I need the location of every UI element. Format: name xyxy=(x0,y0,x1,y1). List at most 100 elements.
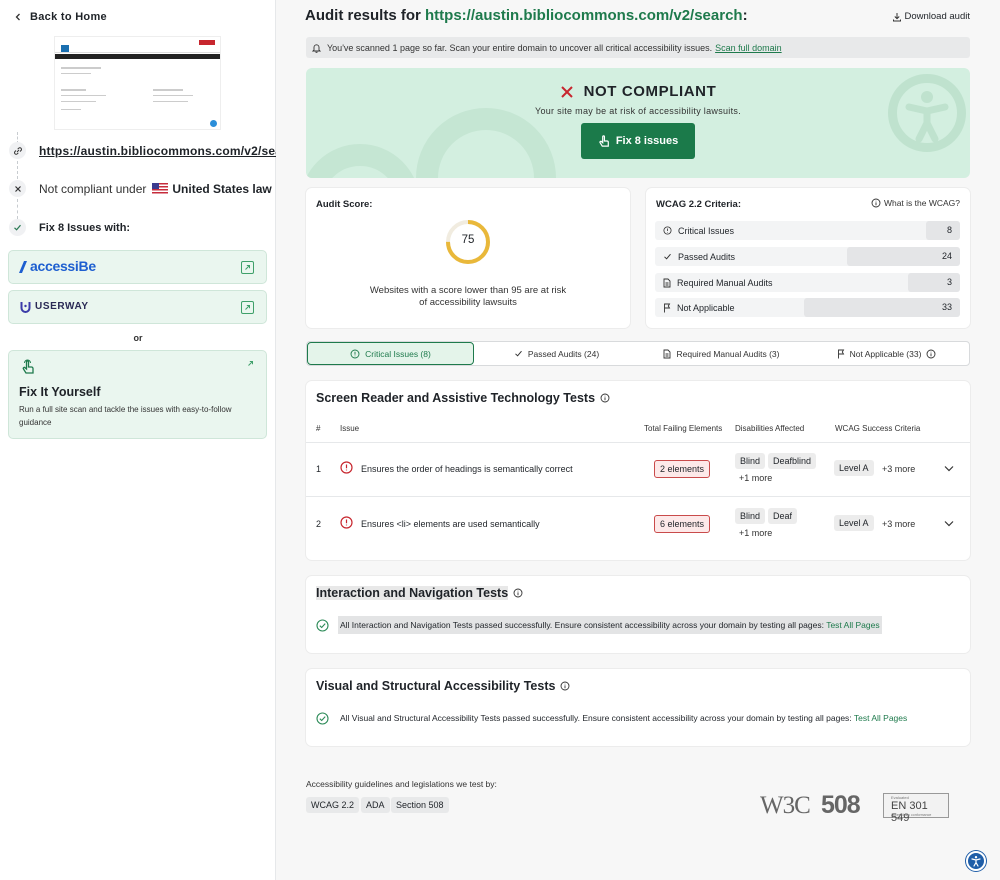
accessibe-logo-icon xyxy=(18,260,28,274)
flag-icon xyxy=(663,303,671,313)
wcag-row-passed: Passed Audits 24 xyxy=(655,247,960,266)
page-title: Audit results for https://austin.biblioc… xyxy=(305,7,748,24)
wcag-row-label: Critical Issues xyxy=(678,225,735,236)
audit-score-label: Audit Score: xyxy=(316,199,373,210)
vendor-userway-card[interactable]: USERWAY xyxy=(8,290,267,324)
check-icon xyxy=(514,349,523,358)
issue-row[interactable]: 2 Ensures <li> elements are used semanti… xyxy=(306,498,970,552)
failing-elements-badge[interactable]: 6 elements xyxy=(654,515,711,533)
vendor-accessibe-card[interactable]: accessiBe xyxy=(8,250,267,284)
pass-message-row: All Interaction and Navigation Tests pas… xyxy=(316,616,882,634)
link-icon xyxy=(9,142,26,159)
tab-not-applicable[interactable]: Not Applicable (33) xyxy=(804,342,969,365)
section-508-logo: 508 xyxy=(821,791,861,819)
download-audit-button[interactable]: Download audit xyxy=(892,11,971,22)
back-to-home-link[interactable]: Back to Home xyxy=(14,11,107,23)
pass-message: All Visual and Structural Accessibility … xyxy=(340,713,852,723)
audit-score-card: Audit Score: 75 Websites with a score lo… xyxy=(306,188,630,328)
accessibility-icon xyxy=(970,855,982,867)
wcag-row-label: Required Manual Audits xyxy=(677,277,773,288)
bell-icon xyxy=(312,43,321,53)
wcag-level-tag: Level A xyxy=(834,515,874,531)
userway-logo-icon xyxy=(20,301,31,314)
disabilities-more[interactable]: +1 more xyxy=(739,473,772,483)
what-is-wcag-link[interactable]: What is the WCAG? xyxy=(871,198,960,208)
w3c-logo: W3C xyxy=(760,792,811,819)
section-title: Screen Reader and Assistive Technology T… xyxy=(316,391,610,405)
alert-circle-icon xyxy=(340,461,353,474)
col-disabilities: Disabilities Affected xyxy=(735,424,805,433)
document-icon xyxy=(663,278,671,288)
issues-table-header: # Issue Total Failing Elements Disabilit… xyxy=(306,423,970,443)
fix-it-yourself-card[interactable]: Fix It Yourself Run a full site scan and… xyxy=(8,350,267,439)
tab-critical-issues[interactable]: Critical Issues (8) xyxy=(307,342,474,365)
tab-label: Required Manual Audits (3) xyxy=(676,348,780,359)
chevron-down-icon[interactable] xyxy=(944,465,954,472)
check-icon xyxy=(663,252,672,261)
tab-passed-audits[interactable]: Passed Audits (24) xyxy=(474,342,639,365)
wcag-level-tag: Level A xyxy=(834,460,874,476)
download-icon xyxy=(892,12,902,22)
pass-message: All Interaction and Navigation Tests pas… xyxy=(340,620,824,630)
disabilities-more[interactable]: +1 more xyxy=(739,528,772,538)
vendor-accessibe-name: accessiBe xyxy=(30,258,96,274)
test-all-pages-link[interactable]: Test All Pages xyxy=(854,713,907,723)
tab-manual-audits[interactable]: Required Manual Audits (3) xyxy=(639,342,804,365)
disability-tag: Blind xyxy=(735,508,766,524)
wcag-more[interactable]: +3 more xyxy=(882,519,915,529)
scan-full-domain-link[interactable]: Scan full domain xyxy=(715,43,782,53)
notice-text: You've scanned 1 page so far. Scan your … xyxy=(327,42,713,53)
wcag-row-not-applicable: Not Applicable 33 xyxy=(655,298,960,317)
x-icon xyxy=(9,180,26,197)
wcag-criteria-card: WCAG 2.2 Criteria: What is the WCAG? Cri… xyxy=(646,188,970,328)
fix-issues-button[interactable]: Fix 8 issues xyxy=(581,123,695,159)
document-icon xyxy=(663,349,671,359)
issue-num: 2 xyxy=(316,519,322,529)
wcag-row-value: 33 xyxy=(941,302,952,312)
section-title: Visual and Structural Accessibility Test… xyxy=(316,679,570,693)
section-title: Interaction and Navigation Tests xyxy=(316,586,523,600)
external-link-icon xyxy=(241,301,254,314)
results-tabs: Critical Issues (8) Passed Audits (24) R… xyxy=(306,341,970,366)
external-link-icon xyxy=(247,360,254,367)
compliance-prefix: Not compliant under xyxy=(39,181,147,196)
tab-label: Critical Issues (8) xyxy=(365,348,431,359)
accessibility-widget-button[interactable] xyxy=(966,851,986,871)
diy-title: Fix It Yourself xyxy=(19,385,101,399)
issue-row[interactable]: 1 Ensures the order of headings is seman… xyxy=(306,443,970,497)
test-all-pages-link[interactable]: Test All Pages xyxy=(826,620,879,630)
compliance-row: Not compliant under United States law xyxy=(9,180,272,197)
compliance-hero: NOT COMPLIANT Your site may be at risk o… xyxy=(306,68,970,178)
or-divider: or xyxy=(133,333,143,343)
fix-issues-label: Fix 8 issues xyxy=(615,135,679,147)
scanned-url-row: https://austin.bibliocommons.com/v2/sear… xyxy=(9,142,301,159)
fix-with-row: Fix 8 Issues with: xyxy=(9,219,130,236)
wcag-row-bar xyxy=(908,273,960,292)
alert-circle-icon xyxy=(350,349,360,359)
visual-section: Visual and Structural Accessibility Test… xyxy=(306,669,970,746)
download-label: Download audit xyxy=(904,11,971,22)
title-url-link[interactable]: https://austin.bibliocommons.com/v2/sear… xyxy=(425,7,743,24)
title-suffix: : xyxy=(742,7,748,24)
failing-elements-badge[interactable]: 2 elements xyxy=(654,460,711,478)
wcag-row-value: 3 xyxy=(946,277,952,287)
wcag-more[interactable]: +3 more xyxy=(882,464,915,474)
issue-text: Ensures <li> elements are used semantica… xyxy=(361,519,540,529)
wcag-criteria-label: WCAG 2.2 Criteria: xyxy=(656,199,741,210)
compliance-status-text: NOT COMPLIANT xyxy=(583,83,717,100)
guideline-tag: ADA xyxy=(361,797,390,813)
col-issue: Issue xyxy=(340,424,360,433)
score-text-line2: of accessibility lawsuits xyxy=(419,297,517,308)
issue-text: Ensures the order of headings is semanti… xyxy=(361,464,573,474)
info-icon xyxy=(513,588,523,598)
external-link-icon xyxy=(241,261,254,274)
what-is-wcag-label: What is the WCAG? xyxy=(883,198,960,208)
wcag-row-value: 8 xyxy=(946,225,952,235)
wcag-row-bar xyxy=(926,221,960,240)
hand-pointer-icon xyxy=(21,359,35,375)
chevron-down-icon[interactable] xyxy=(944,520,954,527)
title-prefix: Audit results for xyxy=(305,7,421,24)
scanned-url-link[interactable]: https://austin.bibliocommons.com/v2/sear… xyxy=(39,144,301,158)
back-label: Back to Home xyxy=(30,11,107,23)
col-num: # xyxy=(316,424,321,433)
